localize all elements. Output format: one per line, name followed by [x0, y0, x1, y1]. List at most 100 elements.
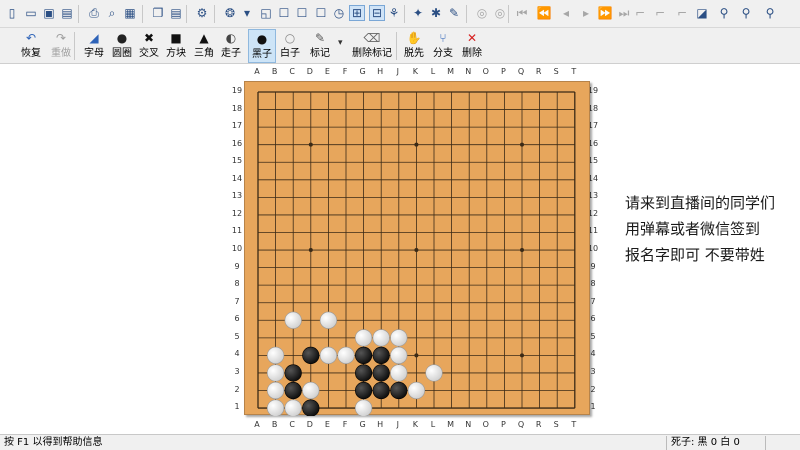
copy-icon[interactable]: ❐: [150, 5, 166, 21]
find-next-icon[interactable]: ⚲: [762, 5, 778, 21]
toolbar-separator: [142, 5, 143, 23]
toolbar-separator: [466, 5, 467, 23]
letter-button[interactable]: ◢ 字母: [82, 29, 106, 63]
print-preview-icon[interactable]: ⌕: [104, 5, 120, 21]
black-stone: [372, 346, 390, 365]
find-icon[interactable]: ⚲: [738, 5, 754, 21]
delete-mark-button[interactable]: ⌫ 删除标记: [349, 29, 395, 63]
undo-button[interactable]: ↶ 恢复: [18, 29, 44, 63]
delete-label: 删除: [462, 48, 482, 59]
mark-icon-1[interactable]: ⌐: [632, 5, 648, 21]
go-board[interactable]: [244, 81, 590, 416]
column-label: D: [306, 420, 313, 429]
next-variation-icon[interactable]: ⏩: [597, 5, 613, 21]
black-stone-button[interactable]: ● 黑子: [248, 29, 276, 63]
white-stone: [284, 311, 302, 329]
circle-icon-2[interactable]: ◎: [492, 5, 508, 21]
mark-dropdown-arrow-icon[interactable]: ▾: [338, 38, 343, 48]
column-label: D: [306, 67, 313, 76]
black-stone: [284, 381, 302, 400]
board-view-icon-3[interactable]: ☐: [294, 5, 310, 21]
announcement-line: 报名字即可 不要带姓: [625, 246, 765, 264]
next-move-icon[interactable]: ▸: [578, 5, 594, 21]
board-view-icon-4[interactable]: ☐: [313, 5, 329, 21]
white-stone: [337, 346, 355, 365]
white-stone: [319, 311, 337, 329]
save-icon[interactable]: ▣: [41, 5, 57, 21]
row-label: 5: [234, 331, 240, 341]
row-label: 12: [231, 208, 243, 218]
score-icon[interactable]: ✱: [428, 5, 444, 21]
black-stone: [372, 381, 390, 400]
white-stone: [355, 399, 373, 416]
square-button[interactable]: ■ 方块: [164, 29, 188, 63]
column-label: T: [571, 67, 577, 76]
column-label: C: [289, 67, 295, 76]
circle-icon-1[interactable]: ◎: [474, 5, 490, 21]
export-icon[interactable]: ▦: [122, 5, 138, 21]
white-stone-button[interactable]: ○ 白子: [278, 29, 302, 63]
open-folder-icon[interactable]: ▭: [23, 5, 39, 21]
board-view-icon-2[interactable]: ☐: [276, 5, 292, 21]
branch-mode-icon[interactable]: ⊟: [369, 5, 385, 21]
mark-icon-2[interactable]: ⌐: [652, 5, 668, 21]
column-label: Q: [517, 420, 525, 429]
redo-label: 重做: [51, 48, 71, 59]
toolbar-separator: [74, 32, 75, 60]
new-file-icon[interactable]: ▯: [4, 5, 20, 21]
column-label: M: [447, 67, 455, 76]
prev-move-icon[interactable]: ◂: [558, 5, 574, 21]
mark-icon-3[interactable]: ⌐: [674, 5, 690, 21]
clock-icon[interactable]: ◷: [331, 5, 347, 21]
column-label: A: [254, 67, 260, 76]
white-stone: [284, 399, 302, 416]
white-stone: [390, 346, 408, 365]
board-edit-icon[interactable]: ◪: [694, 5, 710, 21]
magic-wand-icon[interactable]: ✦: [410, 5, 426, 21]
toolbar-separator: [508, 5, 509, 23]
settings-icon[interactable]: ⚙: [194, 5, 210, 21]
column-label: O: [482, 420, 489, 429]
black-stone: [354, 364, 373, 382]
move-label: 走子: [221, 48, 241, 59]
first-move-icon[interactable]: ⏮: [514, 5, 530, 21]
status-bar: 按 F1 以得到帮助信息 死子: 黑 0 白 0: [0, 434, 800, 450]
search-icon[interactable]: ⚲: [716, 5, 732, 21]
toolbar-separator: [396, 32, 397, 60]
square-label: 方块: [166, 48, 186, 59]
column-label: Q: [517, 67, 525, 76]
print-icon[interactable]: ⎙: [86, 5, 102, 21]
mark-button[interactable]: ✎ 标记: [306, 29, 334, 63]
brush-icon[interactable]: ✎: [446, 5, 462, 21]
redo-button[interactable]: ↷ 重做: [48, 29, 74, 63]
triangle-button[interactable]: ▲ 三角: [192, 29, 216, 63]
dropdown-arrow-icon[interactable]: ▾: [239, 5, 255, 21]
sgf-mode-icon[interactable]: ⊞: [349, 5, 365, 21]
white-stone: [302, 381, 320, 400]
row-label: 11: [231, 226, 243, 236]
board-view-icon-1[interactable]: ◱: [258, 5, 274, 21]
move-button[interactable]: ◐ 走子: [218, 29, 244, 63]
row-label: 14: [231, 173, 243, 183]
white-stone-label: 白子: [280, 48, 300, 59]
tree-icon[interactable]: ⚘: [386, 5, 402, 21]
black-stone: [354, 381, 373, 400]
star-point: [308, 248, 313, 253]
tenuki-button[interactable]: ✋ 脱先: [402, 29, 426, 63]
circle-button[interactable]: ● 圆圈: [110, 29, 134, 63]
black-stone: [302, 346, 320, 365]
star-point: [414, 142, 419, 147]
paste-icon[interactable]: ▤: [168, 5, 184, 21]
delete-button[interactable]: ✕ 删除: [460, 29, 484, 63]
properties-icon[interactable]: ▤: [59, 5, 75, 21]
prev-variation-icon[interactable]: ⏪: [536, 5, 552, 21]
white-stone: [390, 364, 408, 382]
move-icon: ◐: [225, 31, 237, 45]
stone-color-icon[interactable]: ❂: [222, 5, 238, 21]
column-label: E: [324, 67, 330, 76]
branch-button[interactable]: ⑂ 分支: [431, 29, 455, 63]
last-move-icon[interactable]: ⏭: [616, 5, 632, 21]
cross-button[interactable]: ✖ 交叉: [137, 29, 161, 63]
column-label: O: [482, 67, 489, 76]
row-label: 16: [231, 138, 243, 148]
